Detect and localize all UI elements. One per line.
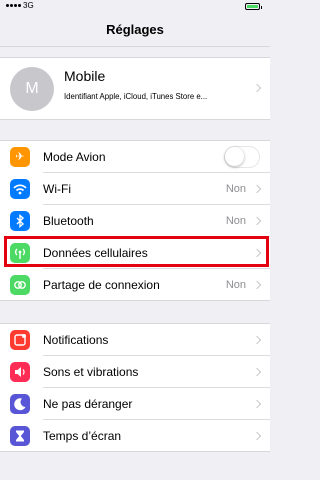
row-label: Mode Avion — [43, 150, 106, 164]
hotspot-icon — [10, 275, 30, 295]
status-bar: 3G — [0, 0, 270, 14]
row-label: Temps d’écran — [43, 429, 122, 443]
row-label: Notifications — [43, 333, 109, 347]
signal-strength-icon — [6, 4, 21, 7]
sound-icon — [10, 362, 30, 382]
moon-icon — [10, 394, 30, 414]
chevron-right-icon — [252, 83, 262, 93]
chevron-right-icon — [252, 184, 262, 194]
profile-subtitle: Identifiant Apple, iCloud, iTunes Store … — [64, 92, 208, 101]
chevron-right-icon — [252, 399, 262, 409]
row-value: Non — [225, 215, 246, 227]
battery-icon — [245, 3, 262, 10]
chevron-right-icon — [252, 431, 262, 441]
nav-divider — [0, 46, 270, 47]
settings-row-airplane-mode[interactable]: ✈ Mode Avion — [0, 141, 270, 173]
row-label: Partage de connexion — [43, 278, 160, 292]
profile-name: Mobile — [64, 68, 106, 84]
chevron-right-icon — [252, 335, 262, 345]
notifications-icon — [10, 330, 30, 350]
network-type: 3G — [23, 1, 34, 10]
wifi-icon — [10, 179, 30, 199]
airplane-icon: ✈ — [10, 147, 30, 167]
settings-row-notifications[interactable]: Notifications — [0, 324, 270, 356]
highlight-frame — [4, 236, 269, 267]
row-label: Ne pas déranger — [43, 397, 133, 411]
settings-row-bluetooth[interactable]: Bluetooth Non — [0, 205, 270, 237]
settings-row-sounds[interactable]: Sons et vibrations — [0, 356, 270, 388]
settings-row-screen-time[interactable]: Temps d’écran — [0, 420, 270, 452]
row-label: Sons et vibrations — [43, 365, 139, 379]
airplane-mode-toggle[interactable] — [224, 146, 260, 168]
chevron-right-icon — [252, 367, 262, 377]
row-label: Wi-Fi — [43, 182, 71, 196]
page-title: Réglages — [106, 22, 164, 37]
settings-row-wifi[interactable]: Wi-Fi Non — [0, 173, 270, 205]
apple-id-profile-row[interactable]: M Mobile Identifiant Apple, iCloud, iTun… — [0, 57, 270, 120]
connectivity-group: ✈ Mode Avion Wi-Fi Non Bluetooth Non Don… — [0, 140, 270, 301]
chevron-right-icon — [252, 280, 262, 290]
settings-row-do-not-disturb[interactable]: Ne pas déranger — [0, 388, 270, 420]
settings-row-personal-hotspot[interactable]: Partage de connexion Non — [0, 269, 270, 301]
notifications-group: Notifications Sons et vibrations Ne pas … — [0, 323, 270, 452]
row-label: Bluetooth — [43, 214, 94, 228]
bluetooth-icon — [10, 211, 30, 231]
hourglass-icon — [10, 426, 30, 446]
row-value: Non — [225, 183, 246, 195]
avatar: M — [10, 67, 54, 111]
row-value: Non — [225, 279, 246, 291]
chevron-right-icon — [252, 216, 262, 226]
